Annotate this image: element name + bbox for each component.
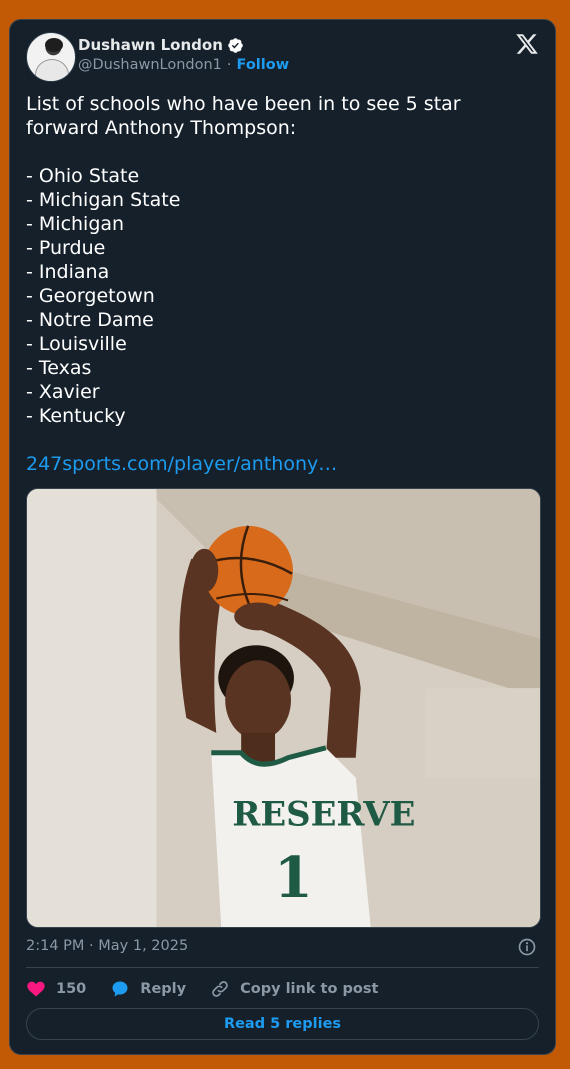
info-icon[interactable]: [517, 937, 537, 957]
copy-link-label: Copy link to post: [240, 981, 379, 997]
author-name-row[interactable]: Dushawn London: [78, 36, 244, 54]
tweet-card: Dushawn London @DushawnLondon1 · Follow …: [9, 19, 556, 1055]
action-bar: 150 Reply Copy link to post: [26, 976, 402, 1002]
reply-label: Reply: [140, 981, 187, 997]
tweet-link[interactable]: 247sports.com/player/anthony…: [26, 452, 337, 476]
avatar[interactable]: [26, 32, 76, 82]
like-button[interactable]: 150: [26, 979, 86, 999]
tweet-photo[interactable]: RESERVE 1: [26, 488, 541, 928]
verified-badge-icon: [228, 37, 243, 53]
reply-bubble-icon: [112, 981, 128, 997]
divider: [26, 967, 539, 968]
author-handle[interactable]: @DushawnLondon1: [78, 57, 222, 73]
copy-link-button[interactable]: Copy link to post: [210, 979, 378, 999]
jersey-text: RESERVE: [232, 793, 415, 833]
read-replies-button[interactable]: Read 5 replies: [26, 1008, 539, 1040]
tweet-timestamp[interactable]: 2:14 PM · May 1, 2025: [26, 938, 188, 954]
separator-dot: ·: [226, 57, 232, 73]
author-name[interactable]: Dushawn London: [78, 36, 223, 54]
tweet-text: List of schools who have been in to see …: [26, 93, 461, 427]
x-logo-icon[interactable]: [515, 32, 539, 56]
heart-icon: [27, 981, 45, 997]
player-photo: RESERVE 1: [27, 489, 540, 927]
follow-button[interactable]: Follow: [237, 57, 290, 73]
tweet-header: Dushawn London @DushawnLondon1 · Follow: [26, 32, 539, 82]
like-count: 150: [56, 981, 87, 997]
jersey-number: 1: [274, 846, 313, 911]
link-icon: [212, 981, 228, 997]
reply-button[interactable]: Reply: [110, 979, 186, 999]
handle-row: @DushawnLondon1 · Follow: [78, 57, 289, 73]
